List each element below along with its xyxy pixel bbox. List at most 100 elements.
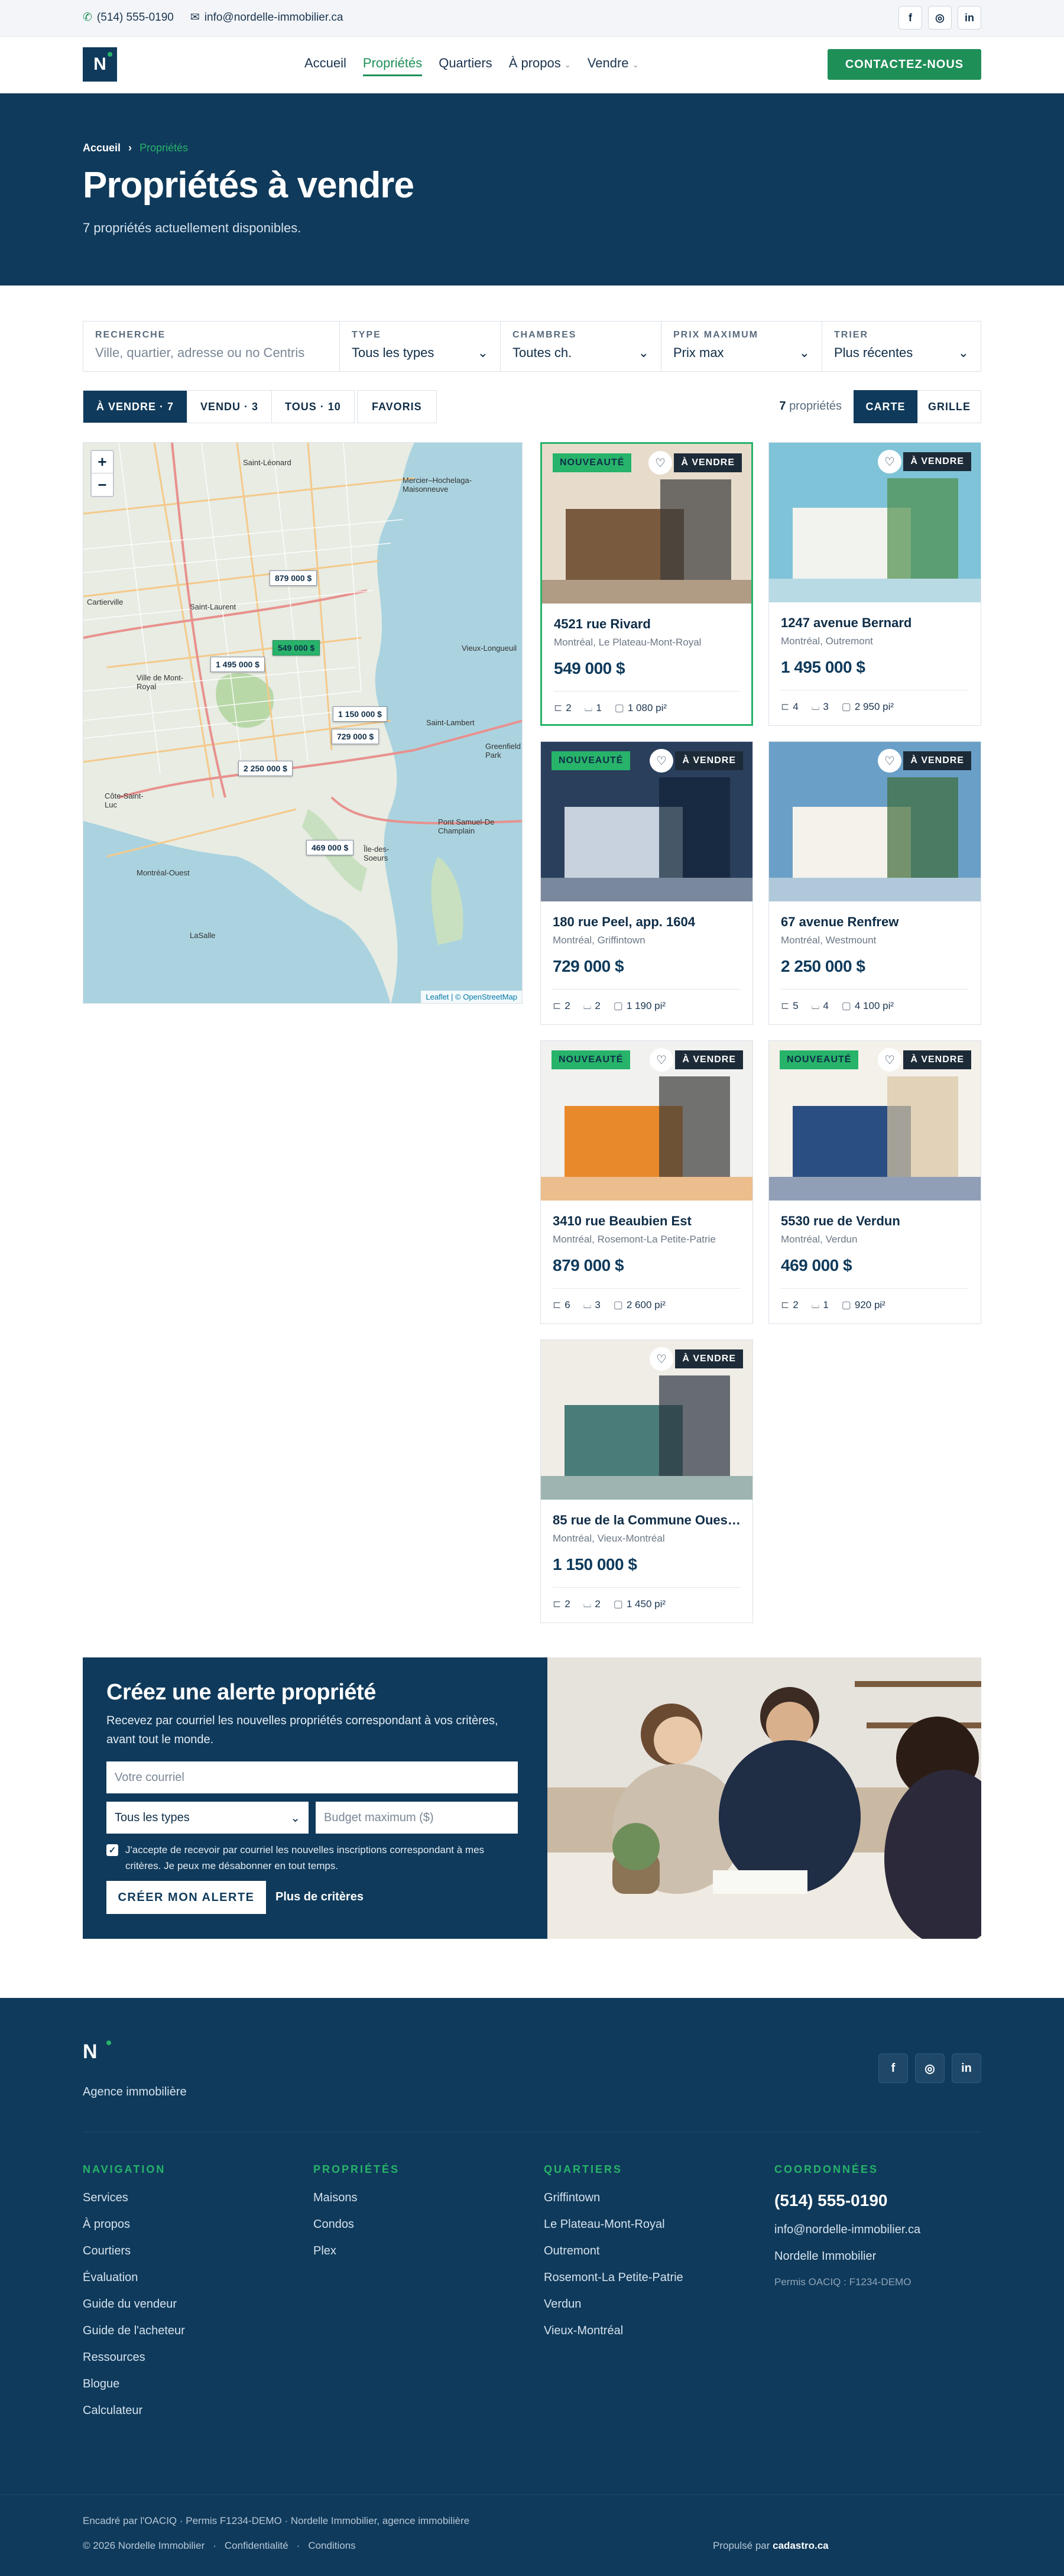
footer-link[interactable]: Verdun [544, 2298, 683, 2311]
listing-card[interactable]: NOUVEAUTÉ ♡ À VENDRE 5530 rue de Verdun Mont… [768, 1040, 981, 1324]
footer-logo[interactable]: N [83, 2040, 113, 2071]
map-pin[interactable]: 2 250 000 $ [238, 761, 293, 776]
heart-icon[interactable]: ♡ [878, 749, 901, 773]
nav-vendre[interactable]: Vendre ⌄ [588, 56, 639, 76]
map-pin[interactable]: 1 150 000 $ [333, 706, 387, 722]
listing-photo[interactable]: ♡ À VENDRE [541, 1340, 752, 1500]
max-price-select[interactable]: PRIX MAXIMUM Prix max ⌄ [661, 322, 822, 371]
bedrooms-select[interactable]: CHAMBRES Toutes ch. ⌄ [501, 322, 661, 371]
listing-card[interactable]: NOUVEAUTÉ ♡ À VENDRE 4521 rue Rivard Montréa… [540, 442, 753, 726]
footer-link[interactable]: Outremont [544, 2244, 683, 2258]
footer-link[interactable]: Blogue [83, 2377, 185, 2391]
listing-title[interactable]: 85 rue de la Commune Ouest, app. 502 [553, 1513, 741, 1528]
footer-link[interactable]: Services [83, 2191, 185, 2205]
listing-card[interactable]: NOUVEAUTÉ ♡ À VENDRE 3410 rue Beaubien Est M… [540, 1040, 753, 1324]
nav-accueil[interactable]: Accueil [304, 56, 346, 76]
map-pin[interactable]: 469 000 $ [306, 840, 354, 855]
footer-email[interactable]: info@nordelle-immobilier.ca [774, 2223, 920, 2237]
heart-icon[interactable]: ♡ [878, 1048, 901, 1072]
footer-link[interactable]: Condos [313, 2218, 400, 2231]
tab-for-sale[interactable]: À VENDRE · 7 [83, 391, 188, 423]
map-pin[interactable]: 729 000 $ [332, 729, 379, 744]
listing-title[interactable]: 67 avenue Renfrew [781, 914, 969, 930]
listings-map[interactable]: + − Saint-Léonard Mercier–Hochelaga-Mais… [83, 442, 523, 1004]
heart-icon[interactable]: ♡ [650, 1347, 673, 1371]
sort-select[interactable]: TRIER Plus récentes ⌄ [822, 322, 981, 371]
view-map-button[interactable]: CARTE [854, 390, 917, 423]
tab-all[interactable]: TOUS · 10 [272, 391, 354, 423]
listing-photo[interactable]: NOUVEAUTÉ ♡ À VENDRE [541, 742, 752, 901]
more-criteria-link[interactable]: Plus de critères [275, 1890, 364, 1904]
footer-link[interactable]: Plex [313, 2244, 400, 2258]
heart-icon[interactable]: ♡ [648, 451, 672, 475]
footer-link[interactable]: Griffintown [544, 2191, 683, 2205]
footer-link[interactable]: Calculateur [83, 2404, 185, 2418]
chevron-down-icon: ⌄ [958, 345, 969, 360]
heart-icon[interactable]: ♡ [650, 1048, 673, 1072]
terms-link[interactable]: Conditions [308, 2540, 355, 2552]
map-pin-selected[interactable]: 549 000 $ [273, 640, 320, 656]
listing-card[interactable]: NOUVEAUTÉ ♡ À VENDRE 180 rue Peel, app. 160… [540, 741, 753, 1025]
map-pin[interactable]: 1 495 000 $ [210, 657, 265, 672]
alert-type-select[interactable]: Tous les types ⌄ [106, 1802, 309, 1834]
for-sale-badge: À VENDRE [903, 751, 971, 770]
footer-link[interactable]: Le Plateau-Mont-Royal [544, 2218, 683, 2231]
listing-title[interactable]: 5530 rue de Verdun [781, 1214, 969, 1229]
view-grid-button[interactable]: GRILLE [917, 390, 981, 423]
listing-title[interactable]: 3410 rue Beaubien Est [553, 1214, 741, 1229]
linkedin-icon[interactable]: in [958, 6, 981, 30]
footer-phone[interactable]: (514) 555-0190 [774, 2191, 920, 2210]
listing-title[interactable]: 4521 rue Rivard [554, 617, 739, 632]
breadcrumb-current: Propriétés [140, 142, 189, 154]
footer-link[interactable]: Vieux-Montréal [544, 2324, 683, 2338]
contact-button[interactable]: CONTACTEZ-NOUS [828, 49, 981, 80]
zoom-in-button[interactable]: + [92, 451, 113, 473]
breadcrumb-home[interactable]: Accueil [83, 142, 121, 154]
listing-photo[interactable]: ♡ À VENDRE [769, 742, 981, 901]
nav-proprietes[interactable]: Propriétés [362, 56, 423, 76]
create-alert-button[interactable]: CRÉER MON ALERTE [106, 1881, 266, 1914]
topbar-phone-link[interactable]: ✆ (514) 555-0190 [83, 11, 174, 24]
topbar-email-link[interactable]: ✉ info@nordelle-immobilier.ca [190, 11, 343, 24]
privacy-link[interactable]: Confidentialité [225, 2540, 288, 2552]
consent-checkbox[interactable]: ✓ [106, 1844, 118, 1856]
search-filter[interactable]: RECHERCHE Ville, quartier, adresse ou no… [83, 322, 340, 371]
footer-link[interactable]: Rosemont-La Petite-Patrie [544, 2271, 683, 2285]
powered-by-link[interactable]: cadastro.ca [773, 2540, 829, 2551]
nav-a-propos[interactable]: À propos ⌄ [509, 56, 571, 76]
footer-link[interactable]: Maisons [313, 2191, 400, 2205]
facebook-icon[interactable]: f [898, 6, 922, 30]
search-input[interactable]: Ville, quartier, adresse ou no Centris [95, 345, 304, 361]
alert-email-input[interactable]: Votre courriel [106, 1761, 518, 1793]
type-select[interactable]: TYPE Tous les types ⌄ [340, 322, 501, 371]
footer-link[interactable]: Guide de l'acheteur [83, 2324, 185, 2338]
listing-photo[interactable]: NOUVEAUTÉ ♡ À VENDRE [769, 1041, 981, 1201]
instagram-icon[interactable]: ◎ [915, 2053, 945, 2083]
listing-photo[interactable]: ♡ À VENDRE [769, 443, 981, 602]
listing-photo[interactable]: NOUVEAUTÉ ♡ À VENDRE [542, 444, 751, 604]
map-pin[interactable]: 879 000 $ [270, 570, 317, 586]
footer-link[interactable]: Ressources [83, 2351, 185, 2364]
facebook-icon[interactable]: f [878, 2053, 908, 2083]
tab-sold[interactable]: VENDU · 3 [187, 391, 273, 423]
instagram-icon[interactable]: ◎ [928, 6, 952, 30]
listing-card[interactable]: ♡ À VENDRE 1247 avenue Bernard Montréal, Ou… [768, 442, 981, 726]
heart-icon[interactable]: ♡ [650, 749, 673, 773]
listing-photo[interactable]: NOUVEAUTÉ ♡ À VENDRE [541, 1041, 752, 1201]
heart-icon[interactable]: ♡ [878, 450, 901, 473]
listing-card[interactable]: ♡À VENDRE 85 rue de la Commune Ouest, app… [540, 1339, 753, 1623]
footer-link[interactable]: Évaluation [83, 2271, 185, 2285]
nav-quartiers[interactable]: Quartiers [439, 56, 492, 76]
zoom-out-button[interactable]: − [92, 473, 113, 496]
listing-title[interactable]: 180 rue Peel, app. 1604 [553, 914, 741, 930]
map-attribution[interactable]: Leaflet | © OpenStreetMap [421, 991, 522, 1003]
footer-link[interactable]: À propos [83, 2218, 185, 2231]
favorites-button[interactable]: FAVORIS [357, 390, 437, 423]
footer-link[interactable]: Guide du vendeur [83, 2298, 185, 2311]
listing-title[interactable]: 1247 avenue Bernard [781, 615, 969, 631]
listing-card[interactable]: ♡ À VENDRE 67 avenue Renfrew Montréal, West… [768, 741, 981, 1025]
alert-budget-input[interactable]: Budget maximum ($) [316, 1802, 518, 1834]
linkedin-icon[interactable]: in [952, 2053, 981, 2083]
footer-link[interactable]: Courtiers [83, 2244, 185, 2258]
site-logo[interactable]: N [83, 47, 117, 82]
